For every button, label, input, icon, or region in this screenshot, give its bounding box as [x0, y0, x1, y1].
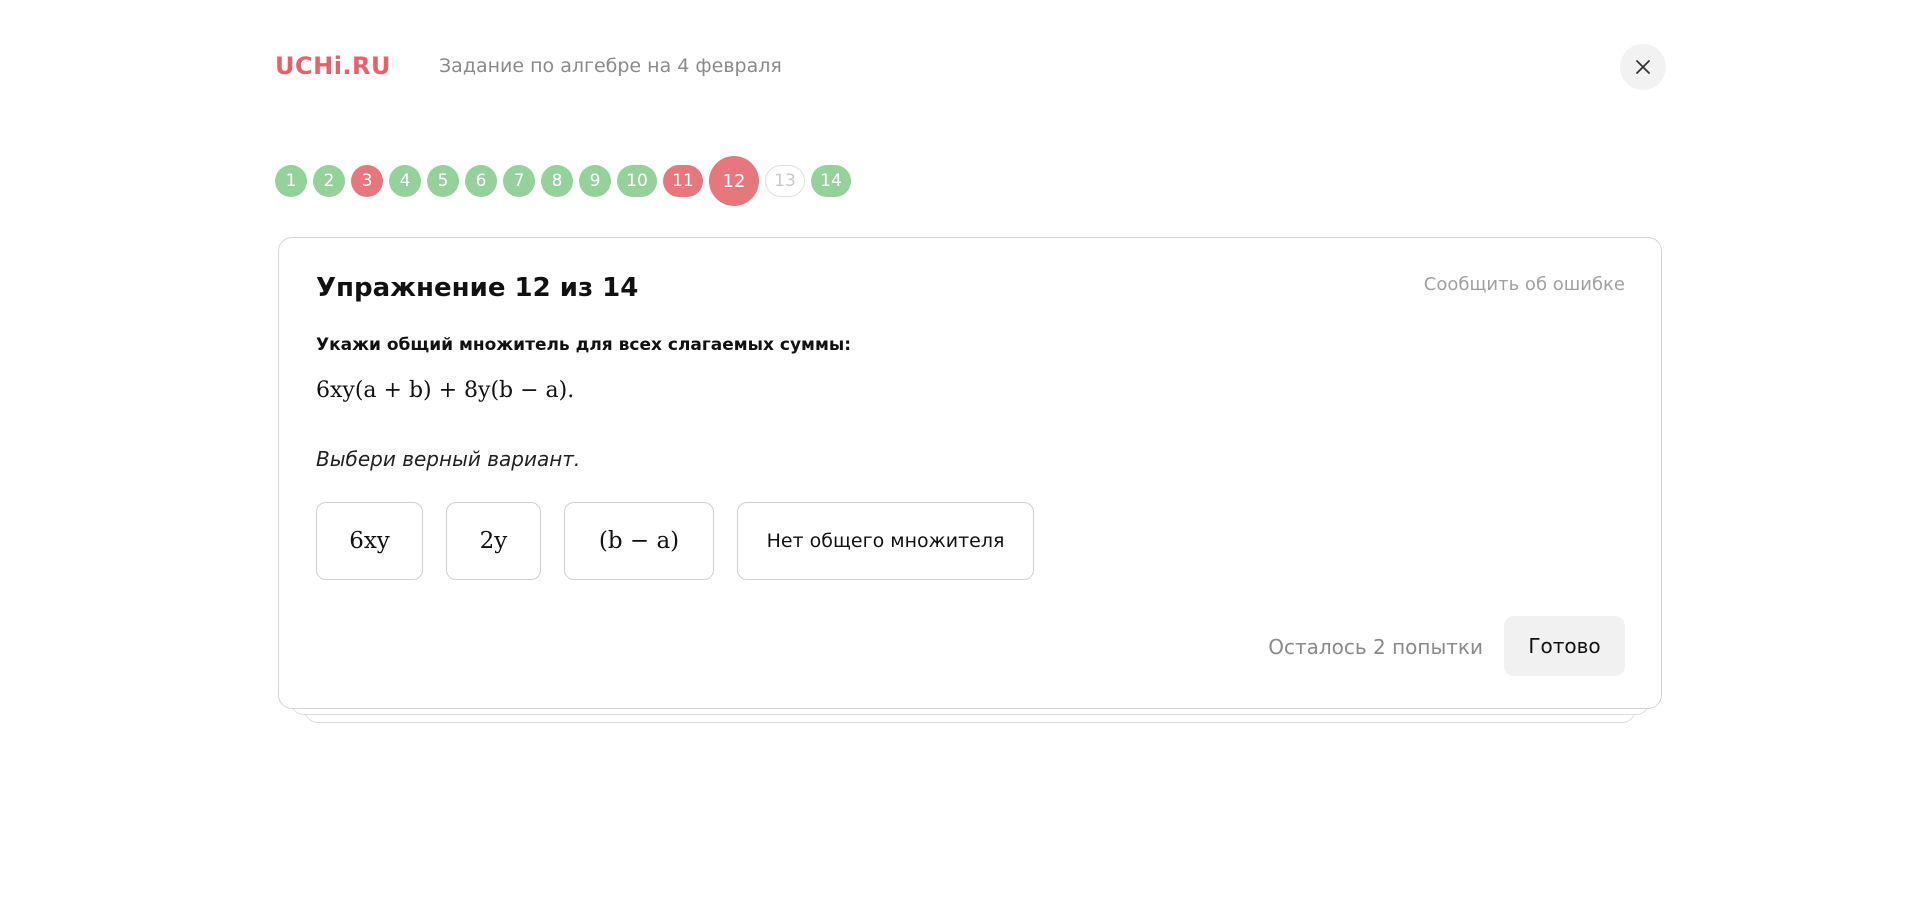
step-9[interactable]: 9 [579, 165, 611, 197]
step-3[interactable]: 3 [351, 165, 383, 197]
step-10[interactable]: 10 [617, 165, 657, 197]
step-2[interactable]: 2 [313, 165, 345, 197]
step-5[interactable]: 5 [427, 165, 459, 197]
close-icon [1636, 60, 1650, 74]
formula: 6xy(a + b) + 8y(b − a). [316, 378, 575, 403]
page: UCHi.RU Задание по алгебре на 4 февраля … [0, 0, 1920, 908]
answer-option-6xy[interactable]: 6xy [316, 502, 423, 580]
header: UCHi.RU Задание по алгебре на 4 февраля [275, 44, 1666, 92]
answer-option-2y[interactable]: 2y [446, 502, 541, 580]
step-13[interactable]: 13 [765, 165, 805, 197]
answer-options: 6xy 2y (b − a) Нет общего множителя [316, 502, 1034, 580]
step-11[interactable]: 11 [663, 165, 703, 197]
close-button[interactable] [1620, 44, 1666, 90]
logo[interactable]: UCHi.RU [275, 52, 391, 80]
step-8[interactable]: 8 [541, 165, 573, 197]
exercise-title: Упражнение 12 из 14 [316, 273, 639, 303]
step-6[interactable]: 6 [465, 165, 497, 197]
assignment-title: Задание по алгебре на 4 февраля [439, 55, 782, 77]
exercise-progress: 1 2 3 4 5 6 7 8 9 10 11 12 13 14 [275, 155, 851, 207]
answer-option-no-common-factor[interactable]: Нет общего множителя [737, 502, 1034, 580]
attempts-remaining: Осталось 2 попытки [1268, 635, 1483, 659]
step-14[interactable]: 14 [811, 165, 851, 197]
step-7[interactable]: 7 [503, 165, 535, 197]
task-text: Укажи общий множитель для всех слагаемых… [316, 335, 852, 355]
report-error-link[interactable]: Сообщить об ошибке [1424, 274, 1625, 295]
step-4[interactable]: 4 [389, 165, 421, 197]
hint-text: Выбери верный вариант. [316, 447, 581, 471]
step-12[interactable]: 12 [709, 156, 759, 206]
done-button[interactable]: Готово [1504, 616, 1625, 676]
answer-option-b-minus-a[interactable]: (b − a) [564, 502, 714, 580]
exercise-card-stack: Упражнение 12 из 14 Сообщить об ошибке У… [278, 237, 1662, 723]
exercise-card: Упражнение 12 из 14 Сообщить об ошибке У… [278, 237, 1662, 709]
step-1[interactable]: 1 [275, 165, 307, 197]
